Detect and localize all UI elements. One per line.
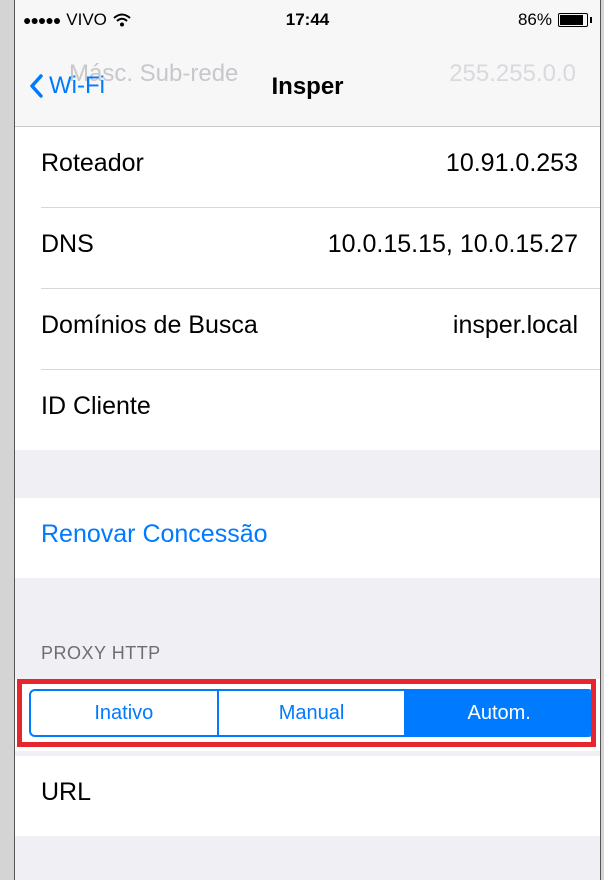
dns-row: DNS 10.0.15.15, 10.0.15.27 <box>41 208 600 289</box>
search-domains-value: insper.local <box>452 311 578 339</box>
navigation-bar: Másc. Sub-rede 255.255.0.0 Wi-Fi Insper <box>15 40 600 127</box>
status-time: 17:44 <box>285 10 330 29</box>
page-title: Insper <box>271 73 344 100</box>
renew-group: Renovar Concessão <box>15 498 600 578</box>
proxy-section-header: PROXY HTTP <box>41 643 161 663</box>
url-label: URL <box>41 778 92 806</box>
phone-screen: ●●●●● VIVO 17:44 86% Másc. Sub-rede 255.… <box>14 0 601 880</box>
dns-label: DNS <box>41 230 94 258</box>
renew-lease-label: Renovar Concessão <box>41 520 268 548</box>
router-row: Roteador 10.91.0.253 <box>41 127 600 208</box>
status-right: 86% <box>518 10 592 30</box>
highlight-box <box>17 679 596 747</box>
search-domains-label: Domínios de Busca <box>41 311 258 339</box>
router-value: 10.91.0.253 <box>445 149 578 177</box>
url-row[interactable]: URL <box>41 756 600 836</box>
battery-icon <box>558 13 588 27</box>
dns-value: 10.0.15.15, 10.0.15.27 <box>327 230 578 258</box>
search-domains-row: Domínios de Busca insper.local <box>41 289 600 370</box>
battery-percent: 86% <box>517 10 552 29</box>
status-bar: ●●●●● VIVO 17:44 86% <box>15 0 600 40</box>
client-id-row[interactable]: ID Cliente <box>41 370 600 450</box>
network-info-list: Roteador 10.91.0.253 DNS 10.0.15.15, 10.… <box>15 127 600 450</box>
battery-tip-icon <box>590 17 592 23</box>
client-id-label: ID Cliente <box>41 392 151 420</box>
renew-lease-button[interactable]: Renovar Concessão <box>41 498 600 578</box>
url-group: URL <box>15 756 600 836</box>
router-label: Roteador <box>41 149 144 177</box>
proxy-segment-container: Inativo Manual Autom. <box>15 679 600 751</box>
